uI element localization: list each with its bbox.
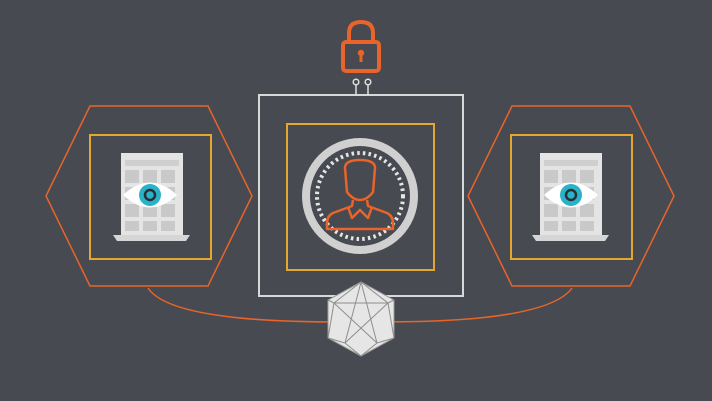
left-module (45, 105, 253, 287)
star-polyhedron-icon (327, 281, 395, 357)
diagram-canvas (45, 19, 675, 357)
center-module (258, 94, 464, 297)
lock-icon (341, 19, 381, 73)
right-module (467, 105, 675, 287)
lock-connector-pins (352, 78, 372, 95)
security-diagram (0, 0, 712, 401)
user-badge (302, 138, 418, 254)
